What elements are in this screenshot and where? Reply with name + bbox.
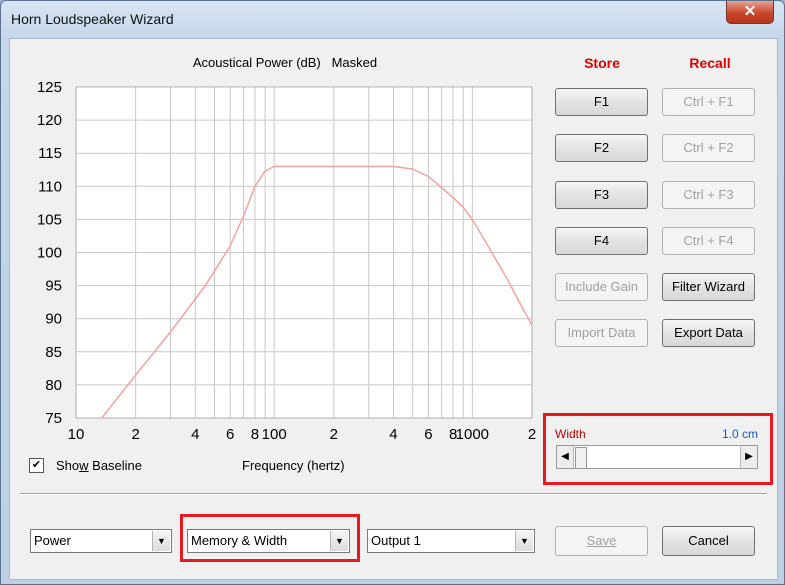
power-dropdown-value: Power (34, 533, 71, 548)
x-tick-label: 8 (251, 426, 259, 443)
store-f2-button[interactable]: F2 (555, 134, 648, 162)
x-tick-label: 6 (424, 426, 432, 443)
y-tick-label: 125 (37, 79, 62, 96)
x-tick-label: 4 (191, 426, 199, 443)
store-f3-button[interactable]: F3 (555, 181, 648, 209)
chart-title: Acoustical Power (dB) Masked (192, 55, 378, 70)
window-title: Horn Loudspeaker Wizard (11, 11, 174, 27)
close-button[interactable]: ✕ (726, 1, 774, 24)
width-highlight-box (543, 413, 773, 485)
y-tick-label: 85 (45, 344, 62, 361)
x-tick-label: 2 (528, 426, 536, 443)
y-tick-label: 105 (37, 211, 62, 228)
x-tick-label: 10 (68, 426, 85, 443)
wizard-window: Horn Loudspeaker Wizard ✕ Acoustical Pow… (0, 0, 785, 585)
save-button[interactable]: Save (555, 526, 648, 556)
y-tick-label: 120 (37, 112, 62, 129)
store-f1-button[interactable]: F1 (555, 88, 648, 116)
output-dropdown[interactable]: Output 1 ▼ (367, 529, 535, 553)
dialog-client-area: Acoustical Power (dB) Masked 125 120 115 11… (9, 38, 778, 580)
chevron-down-icon[interactable]: ▼ (152, 531, 170, 551)
x-tick-label: 2 (330, 426, 338, 443)
show-baseline-label[interactable]: Show Baseline (56, 458, 142, 473)
export-data-button[interactable]: Export Data (662, 319, 755, 347)
power-dropdown[interactable]: Power ▼ (30, 529, 172, 553)
y-tick-label: 95 (45, 278, 62, 295)
store-header: Store (584, 55, 620, 71)
power-chart: 125120115110105100959085807510 2 4 6 8 100 2 4 6… (37, 79, 536, 443)
memory-width-highlight-box (180, 514, 360, 562)
include-gain-button[interactable]: Include Gain (555, 273, 648, 301)
title-bar[interactable]: Horn Loudspeaker Wizard ✕ (1, 1, 784, 37)
x-axis-label: Frequency (hertz) (242, 458, 345, 473)
y-tick-label: 80 (45, 377, 62, 394)
x-tick-label: 100 (262, 426, 287, 443)
y-tick-label: 75 (45, 410, 62, 427)
divider (20, 493, 767, 495)
recall-f3-button[interactable]: Ctrl + F3 (662, 181, 755, 209)
show-baseline-checkbox[interactable]: ✔ (29, 458, 44, 473)
recall-f1-button[interactable]: Ctrl + F1 (662, 88, 755, 116)
y-tick-label: 115 (38, 145, 62, 162)
recall-header: Recall (689, 55, 731, 71)
x-tick-label: 2 (131, 426, 139, 443)
cancel-button[interactable]: Cancel (662, 526, 755, 556)
chevron-down-icon[interactable]: ▼ (515, 531, 533, 551)
y-tick-label: 110 (38, 178, 62, 195)
x-tick-label: 6 (226, 426, 234, 443)
x-tick-label: 4 (389, 426, 397, 443)
y-tick-label: 100 (37, 245, 62, 262)
y-tick-label: 90 (45, 311, 62, 328)
output-dropdown-value: Output 1 (371, 533, 421, 548)
recall-f2-button[interactable]: Ctrl + F2 (662, 134, 755, 162)
store-f4-button[interactable]: F4 (555, 227, 648, 255)
import-data-button[interactable]: Import Data (555, 319, 648, 347)
x-tick-label: 1000 (456, 426, 489, 443)
recall-f4-button[interactable]: Ctrl + F4 (662, 227, 755, 255)
filter-wizard-button[interactable]: Filter Wizard (662, 273, 755, 301)
